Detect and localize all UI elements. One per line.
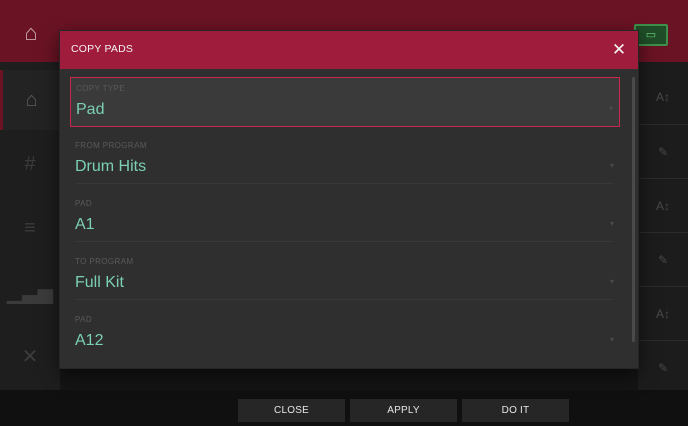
field-label: PAD: [75, 315, 93, 324]
left-toolbar: ⌂ # ≡ ▁▃▅ ✕: [0, 62, 60, 390]
meter-icon[interactable]: ▁▃▅: [0, 262, 60, 322]
field-label: PAD: [75, 199, 93, 208]
chevron-down-icon: ▾: [609, 277, 614, 286]
pencil-icon[interactable]: ✎: [638, 232, 688, 286]
field-label: TO PROGRAM: [75, 257, 134, 266]
close-button[interactable]: CLOSE: [238, 399, 345, 422]
grid-icon[interactable]: #: [0, 134, 60, 194]
bars-icon[interactable]: ≡: [0, 198, 60, 258]
apply-button[interactable]: APPLY: [350, 399, 457, 422]
from-pad-field[interactable]: PAD A1 ▾: [70, 193, 620, 243]
field-value: A12: [75, 332, 104, 349]
close-icon[interactable]: ✕: [608, 39, 630, 61]
to-pad-field[interactable]: PAD A12 ▾: [70, 309, 620, 359]
field-value: Drum Hits: [75, 158, 147, 175]
home-icon[interactable]: ⌂: [6, 8, 56, 58]
field-value: Pad: [76, 101, 105, 118]
sort-icon[interactable]: A↕: [638, 286, 688, 340]
pencil-icon[interactable]: ✎: [638, 124, 688, 178]
to-program-field[interactable]: TO PROGRAM Full Kit ▾: [70, 251, 620, 301]
copy-type-field[interactable]: COPY TYPE Pad ▾: [70, 77, 620, 127]
divider: [75, 183, 614, 184]
dialog-header: COPY PADS ✕: [60, 31, 638, 69]
scrollbar[interactable]: [632, 77, 635, 342]
home-icon[interactable]: ⌂: [0, 70, 60, 130]
do-it-button[interactable]: DO IT: [462, 399, 569, 422]
chevron-down-icon: ▾: [609, 335, 614, 344]
field-value: Full Kit: [75, 274, 124, 291]
xy-icon[interactable]: ✕: [0, 326, 60, 386]
status-indicator[interactable]: ▭: [634, 24, 668, 46]
field-value: A1: [75, 216, 95, 233]
chevron-down-icon: ▾: [609, 219, 614, 228]
sort-icon[interactable]: A↕: [638, 178, 688, 232]
dialog-title: COPY PADS: [71, 43, 134, 55]
bottom-bar: CLOSE APPLY DO IT: [0, 390, 688, 426]
right-toolbar: A↕ ✎ A↕ ✎ A↕ ✎: [638, 62, 688, 390]
copy-pads-dialog: COPY PADS ✕ COPY TYPE Pad ▾ FROM PROGRAM…: [60, 31, 638, 368]
chevron-down-icon: ▾: [609, 161, 614, 170]
chevron-down-icon: ▾: [608, 104, 613, 113]
from-program-field[interactable]: FROM PROGRAM Drum Hits ▾: [70, 135, 620, 185]
sort-icon[interactable]: A↕: [638, 70, 688, 124]
divider: [75, 241, 614, 242]
divider: [75, 299, 614, 300]
field-label: FROM PROGRAM: [75, 141, 147, 150]
pencil-icon[interactable]: ✎: [638, 340, 688, 394]
field-label: COPY TYPE: [76, 84, 126, 93]
